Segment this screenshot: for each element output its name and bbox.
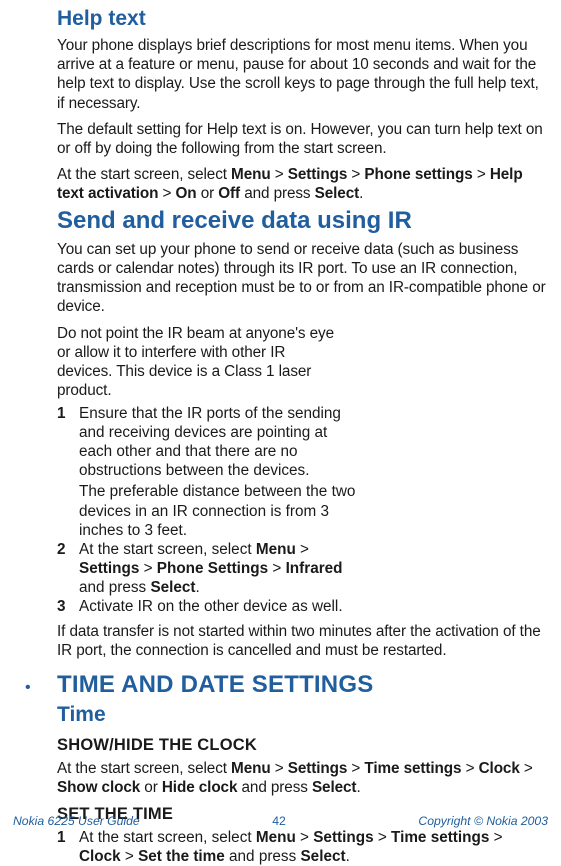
sep: > — [271, 166, 288, 183]
text: At the start screen, select — [79, 541, 256, 558]
menu-path: Phone settings — [364, 166, 472, 183]
sep: > — [268, 560, 285, 577]
menu-path: Settings — [313, 829, 373, 846]
paragraph: At the start screen, select Menu > Setti… — [57, 165, 548, 203]
menu-path: Settings — [288, 760, 348, 777]
text: At the start screen, select — [57, 760, 231, 777]
paragraph: You can set up your phone to send or rec… — [57, 240, 548, 316]
bullet-icon: • — [13, 680, 57, 696]
menu-path: Menu — [256, 829, 296, 846]
list-number: 1 — [57, 404, 79, 540]
text: At the start screen, select — [79, 829, 256, 846]
menu-path: Clock — [479, 760, 520, 777]
sep: > — [520, 760, 533, 777]
sep: > — [121, 848, 138, 865]
menu-path: Off — [218, 185, 240, 202]
footer-left: Nokia 6225 User Guide — [13, 814, 140, 829]
list-item: 1 At the start screen, select Menu > Set… — [57, 828, 548, 866]
paragraph: If data transfer is not started within t… — [57, 622, 548, 660]
menu-path: Phone Settings — [157, 560, 268, 577]
menu-path: Menu — [231, 166, 271, 183]
section-heading-row: • TIME AND DATE SETTINGS — [13, 670, 548, 700]
sep: > — [296, 829, 313, 846]
sep: > — [347, 760, 364, 777]
sep: > — [296, 541, 309, 558]
text: and press — [237, 779, 312, 796]
text: At the start screen, select — [57, 166, 231, 183]
menu-path: Hide clock — [162, 779, 238, 796]
menu-path: Time settings — [364, 760, 461, 777]
list-item: 2 At the start screen, select Menu > Set… — [57, 540, 548, 597]
paragraph: The default setting for Help text is on.… — [57, 120, 548, 158]
text: . — [346, 848, 350, 865]
text: Activate IR on the other device as well. — [79, 597, 548, 616]
menu-path: Select — [300, 848, 345, 865]
heading-time-date-settings: TIME AND DATE SETTINGS — [57, 670, 373, 700]
text: . — [356, 779, 360, 796]
text: . — [196, 579, 200, 596]
menu-path: Select — [150, 579, 195, 596]
menu-path: Menu — [231, 760, 271, 777]
heading-show-hide-clock: SHOW/HIDE THE CLOCK — [57, 735, 548, 756]
paragraph: Your phone displays brief descriptions f… — [57, 36, 548, 112]
list-number: 3 — [57, 597, 79, 616]
footer-right: Copyright © Nokia 2003 — [418, 814, 548, 829]
sep: > — [489, 829, 502, 846]
menu-path: Menu — [256, 541, 296, 558]
sep: > — [374, 829, 391, 846]
text: and press — [240, 185, 315, 202]
list-item: 3 Activate IR on the other device as wel… — [57, 597, 548, 616]
heading-send-receive-ir: Send and receive data using IR — [57, 206, 548, 236]
sep: > — [271, 760, 288, 777]
menu-path: Show clock — [57, 779, 140, 796]
numbered-list: 1 Ensure that the IR ports of the sendin… — [57, 404, 548, 616]
menu-path: Infrared — [286, 560, 343, 577]
menu-path: Select — [312, 779, 356, 796]
list-item: 1 Ensure that the IR ports of the sendin… — [57, 404, 548, 540]
text: . — [359, 185, 363, 202]
menu-path: Time settings — [391, 829, 489, 846]
sep: > — [347, 166, 364, 183]
menu-path: Clock — [79, 848, 121, 865]
heading-time: Time — [57, 702, 548, 728]
menu-path: On — [176, 185, 197, 202]
page-footer: Nokia 6225 User Guide 42 Copyright © Nok… — [13, 814, 548, 829]
paragraph: At the start screen, select Menu > Setti… — [57, 759, 548, 797]
sep: > — [461, 760, 478, 777]
menu-path: Set the time — [138, 848, 225, 865]
menu-path: Settings — [79, 560, 139, 577]
menu-path: Settings — [288, 166, 348, 183]
text: The preferable distance between the two … — [79, 482, 359, 539]
numbered-list: 1 At the start screen, select Menu > Set… — [57, 828, 548, 866]
sep: > — [158, 185, 175, 202]
list-number: 1 — [57, 828, 79, 866]
sep: > — [473, 166, 490, 183]
page-number: 42 — [272, 814, 286, 829]
text: or — [140, 779, 162, 796]
text: and press — [79, 579, 150, 596]
heading-help-text: Help text — [57, 6, 548, 32]
menu-path: Select — [315, 185, 359, 202]
paragraph: Do not point the IR beam at anyone's eye… — [57, 324, 337, 400]
text: or — [197, 185, 219, 202]
text: and press — [225, 848, 301, 865]
sep: > — [139, 560, 156, 577]
list-number: 2 — [57, 540, 79, 597]
text: Ensure that the IR ports of the sending … — [79, 405, 341, 479]
